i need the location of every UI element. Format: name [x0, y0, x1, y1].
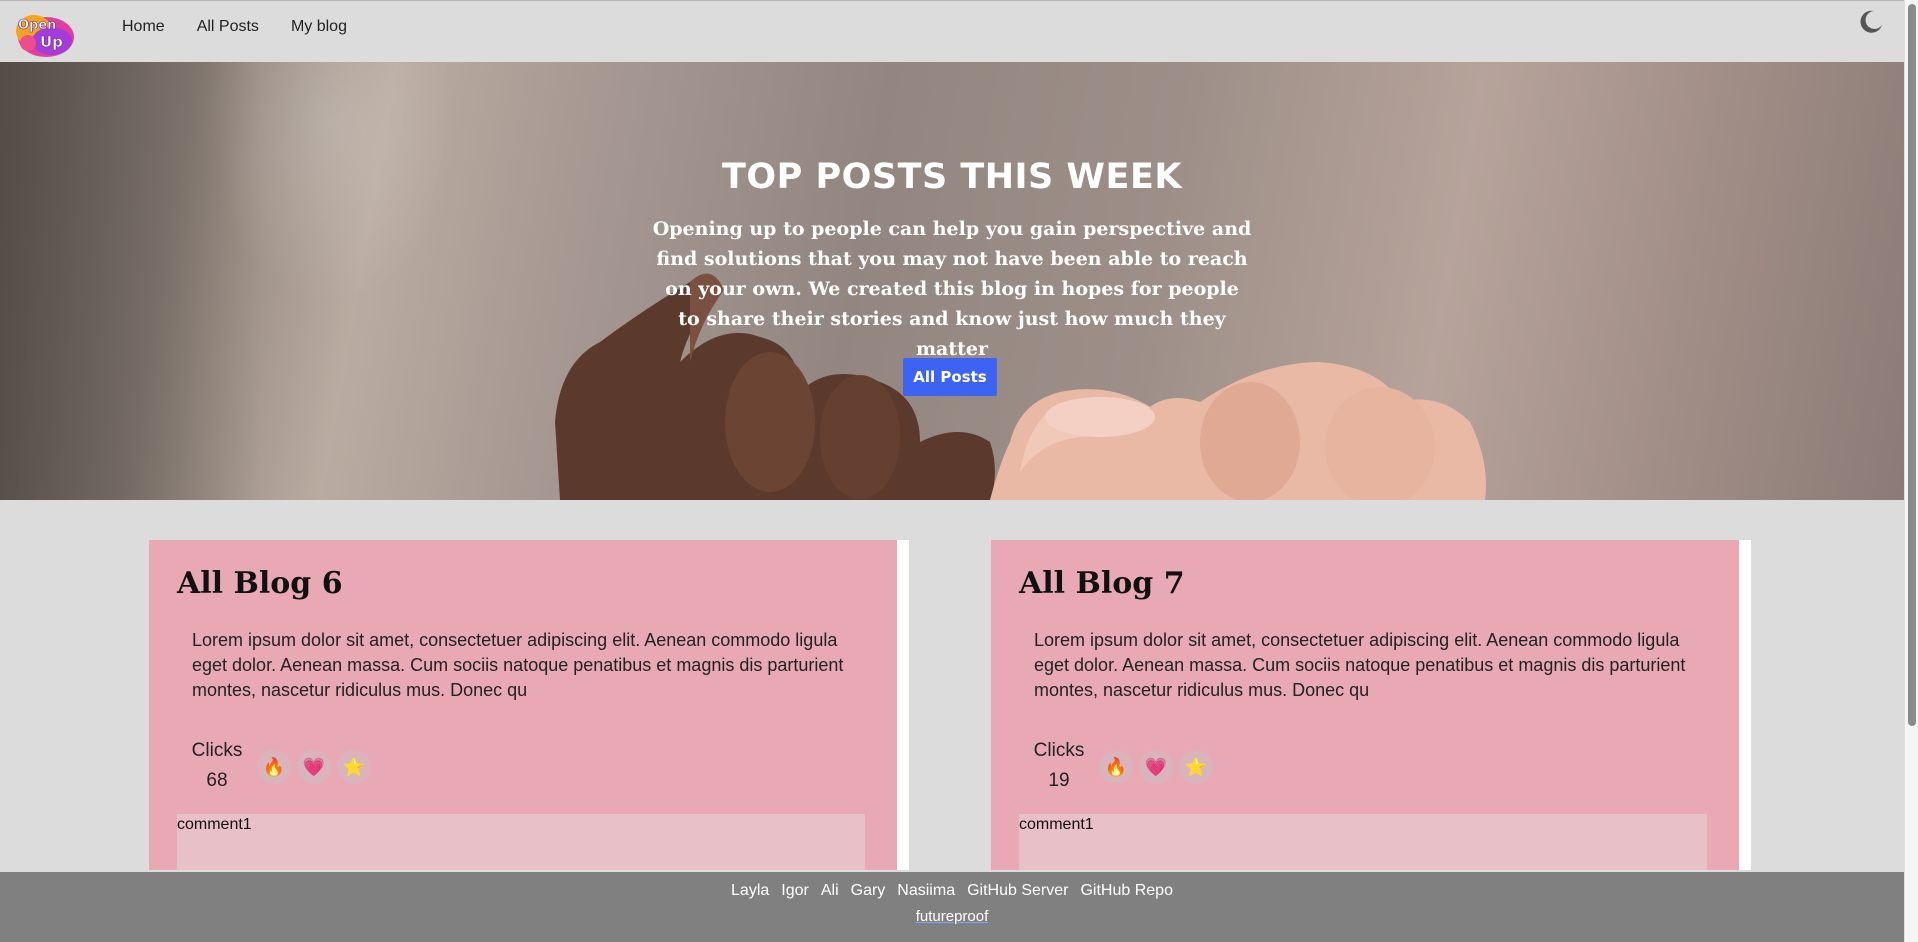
heart-reaction-icon[interactable]: 💗: [1139, 750, 1173, 784]
reaction-buttons: 🔥 💗 ⭐: [1099, 750, 1213, 784]
clicks-count: 68: [206, 770, 228, 791]
hero-banner: TOP POSTS THIS WEEK Opening up to people…: [0, 62, 1904, 500]
nav-home-link[interactable]: Home: [122, 18, 165, 36]
footer-link-layla[interactable]: Layla: [731, 882, 769, 900]
card-title[interactable]: All Blog 7: [1019, 566, 1185, 601]
star-reaction-icon[interactable]: ⭐: [1179, 750, 1213, 784]
clicks-counter: Clicks 68: [187, 736, 247, 796]
footer-link-github-server[interactable]: GitHub Server: [967, 882, 1068, 900]
card-title[interactable]: All Blog 6: [177, 566, 343, 601]
nav-all-posts-link[interactable]: All Posts: [197, 18, 259, 36]
page-scrollbar-thumb[interactable]: [1908, 4, 1916, 726]
card-body-text: Lorem ipsum dolor sit amet, consectetuer…: [1034, 630, 1686, 700]
footer-tagline-link[interactable]: futureproof: [0, 908, 1904, 925]
card-scrollbar[interactable]: [1742, 544, 1748, 864]
site-footer: Layla Igor Ali Gary Nasiima GitHub Serve…: [0, 872, 1904, 942]
footer-link-igor[interactable]: Igor: [781, 882, 809, 900]
star-reaction-icon[interactable]: ⭐: [337, 750, 371, 784]
clicks-count: 19: [1048, 770, 1070, 791]
hero-subtitle: Opening up to people can help you gain p…: [652, 218, 1252, 360]
fire-reaction-icon[interactable]: 🔥: [257, 750, 291, 784]
footer-link-nasiima[interactable]: Nasiima: [897, 882, 955, 900]
footer-link-ali[interactable]: Ali: [821, 882, 839, 900]
top-navbar: Open Up Home All Posts My blog: [0, 0, 1904, 62]
reaction-buttons: 🔥 💗 ⭐: [257, 750, 371, 784]
nav-my-blog-link[interactable]: My blog: [291, 18, 347, 36]
clicks-counter: Clicks 19: [1029, 736, 1089, 796]
comment-item: comment1: [1019, 814, 1707, 870]
clicks-label: Clicks: [191, 740, 243, 761]
hero-title: TOP POSTS THIS WEEK: [722, 157, 1182, 197]
page-scrollbar[interactable]: [1904, 0, 1918, 942]
footer-links: Layla Igor Ali Gary Nasiima GitHub Serve…: [0, 882, 1904, 900]
nav-links: Home All Posts My blog: [122, 18, 379, 36]
comment-item: comment1: [177, 814, 865, 870]
dark-mode-moon-icon[interactable]: [1856, 7, 1884, 35]
blog-card[interactable]: All Blog 7 Lorem ipsum dolor sit amet, c…: [991, 540, 1751, 870]
svg-text:Open: Open: [18, 18, 56, 33]
hero-content: TOP POSTS THIS WEEK Opening up to people…: [0, 62, 1904, 500]
heart-reaction-icon[interactable]: 💗: [297, 750, 331, 784]
all-posts-button[interactable]: All Posts: [903, 358, 997, 396]
clicks-label: Clicks: [1033, 740, 1085, 761]
footer-link-github-repo[interactable]: GitHub Repo: [1080, 882, 1173, 900]
blog-card[interactable]: All Blog 6 Lorem ipsum dolor sit amet, c…: [149, 540, 909, 870]
svg-text:Up: Up: [40, 33, 63, 51]
card-scrollbar[interactable]: [900, 544, 906, 864]
card-body-text: Lorem ipsum dolor sit amet, consectetuer…: [192, 630, 844, 700]
fire-reaction-icon[interactable]: 🔥: [1099, 750, 1133, 784]
open-up-logo[interactable]: Open Up: [12, 7, 76, 59]
footer-link-gary[interactable]: Gary: [851, 882, 886, 900]
